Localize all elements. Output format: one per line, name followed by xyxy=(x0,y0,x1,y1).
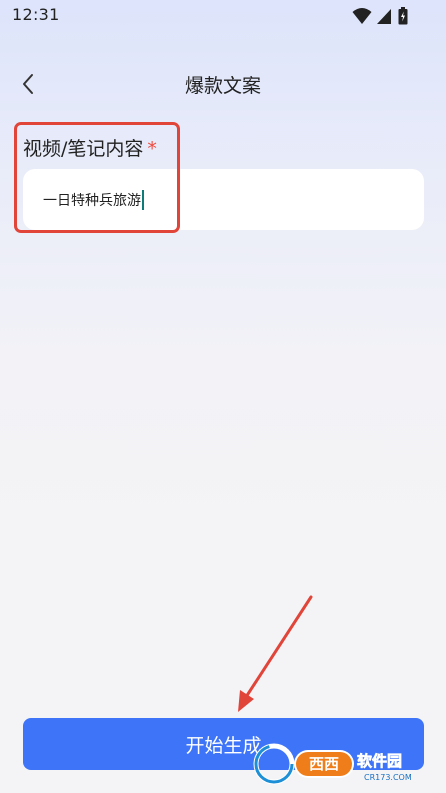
text-caret xyxy=(142,189,144,210)
start-generate-button[interactable]: 开始生成 xyxy=(23,718,424,770)
start-generate-label: 开始生成 xyxy=(185,734,262,757)
required-mark: * xyxy=(147,138,157,160)
svg-text:CR173.COM: CR173.COM xyxy=(364,773,412,782)
content-input-value: 一日特种兵旅游 xyxy=(43,192,141,209)
content-label-text: 视频/笔记内容 xyxy=(23,138,144,160)
annotation-arrow xyxy=(238,595,313,712)
page-title: 爆款文案 xyxy=(184,75,261,97)
status-time: 12:31 xyxy=(12,5,60,24)
status-icons xyxy=(352,7,414,25)
status-bar: 12:31 xyxy=(0,0,446,32)
battery-icon xyxy=(398,7,408,25)
content-field-label: 视频/笔记内容 * xyxy=(23,134,157,161)
signal-icon xyxy=(377,9,391,24)
wifi-icon xyxy=(352,8,372,24)
content-input[interactable]: 一日特种兵旅游 xyxy=(23,169,424,230)
